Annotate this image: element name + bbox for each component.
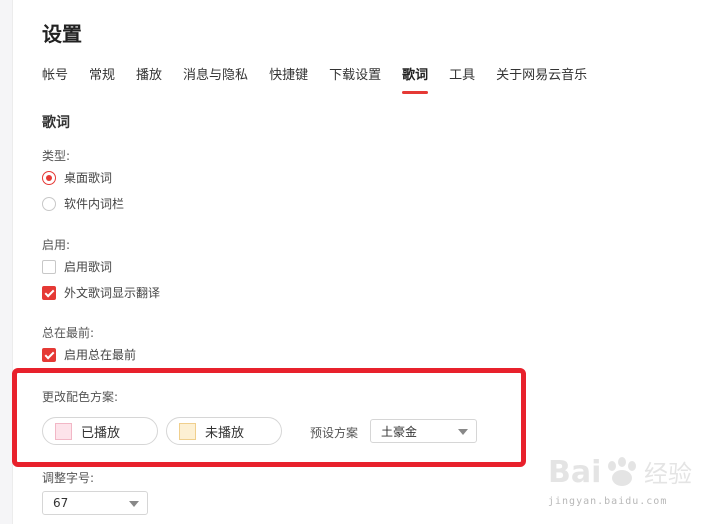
checkbox-unchecked-icon: [42, 259, 56, 274]
unplayed-color-swatch: [179, 422, 196, 440]
tab-tools[interactable]: 工具: [449, 64, 475, 94]
checkbox-enable-lyrics[interactable]: 启用歌词: [42, 258, 112, 275]
played-color-label: 已播放: [81, 425, 121, 441]
radio-checked-icon: [42, 170, 56, 185]
played-color-button[interactable]: 已播放: [42, 417, 158, 445]
radio-desktop-lyrics[interactable]: 桌面歌词: [42, 169, 112, 186]
preset-scheme-label: 预设方案: [310, 426, 359, 440]
always-on-top-label: 总在最前:: [42, 326, 95, 340]
font-size-select[interactable]: 67: [42, 491, 148, 515]
tab-shortcuts[interactable]: 快捷键: [269, 64, 308, 94]
tab-about[interactable]: 关于网易云音乐: [496, 64, 587, 94]
unplayed-color-label: 未播放: [205, 425, 245, 441]
tab-playback[interactable]: 播放: [136, 64, 162, 94]
preset-scheme-value: 土豪金: [381, 424, 418, 439]
tab-download-settings[interactable]: 下载设置: [329, 64, 381, 94]
page-title: 设置: [42, 22, 82, 46]
tab-messages-privacy[interactable]: 消息与隐私: [183, 64, 248, 94]
tab-general[interactable]: 常规: [89, 64, 115, 94]
type-label: 类型:: [42, 149, 71, 163]
checkbox-always-on-top[interactable]: 启用总在最前: [42, 346, 136, 363]
chevron-down-icon: [458, 429, 468, 435]
settings-tabs: 帐号 常规 播放 消息与隐私 快捷键 下载设置 歌词 工具 关于网易云音乐: [42, 64, 608, 94]
played-color-swatch: [55, 422, 72, 440]
checkbox-show-translation-label: 外文歌词显示翻译: [64, 286, 161, 300]
checkbox-checked-icon: [42, 285, 56, 300]
preset-scheme-select[interactable]: 土豪金: [370, 419, 477, 443]
unplayed-color-button[interactable]: 未播放: [166, 417, 282, 445]
chevron-down-icon: [129, 501, 139, 507]
tab-lyrics[interactable]: 歌词: [402, 64, 429, 94]
checkbox-enable-lyrics-label: 启用歌词: [64, 260, 113, 274]
radio-desktop-lyrics-label: 桌面歌词: [64, 171, 113, 185]
tab-account[interactable]: 帐号: [42, 64, 68, 94]
radio-unchecked-icon: [42, 196, 56, 211]
svg-text:经验: 经验: [644, 460, 692, 488]
color-scheme-label: 更改配色方案:: [42, 390, 119, 404]
enable-label: 启用:: [42, 238, 71, 252]
radio-in-app-lyrics-bar[interactable]: 软件内词栏: [42, 195, 124, 212]
font-size-value: 67: [53, 496, 69, 510]
checkbox-checked-icon: [42, 347, 56, 362]
lyrics-section-title: 歌词: [42, 115, 70, 131]
watermark-url: jingyan.baidu.com: [548, 496, 668, 507]
checkbox-always-on-top-label: 启用总在最前: [64, 348, 137, 362]
radio-in-app-lyrics-bar-label: 软件内词栏: [64, 197, 125, 211]
baidu-jingyan-watermark-logo: Bai 经验: [548, 455, 692, 490]
svg-text:Bai: Bai: [548, 455, 601, 490]
font-size-label: 调整字号:: [42, 471, 95, 485]
checkbox-show-translation[interactable]: 外文歌词显示翻译: [42, 284, 160, 301]
